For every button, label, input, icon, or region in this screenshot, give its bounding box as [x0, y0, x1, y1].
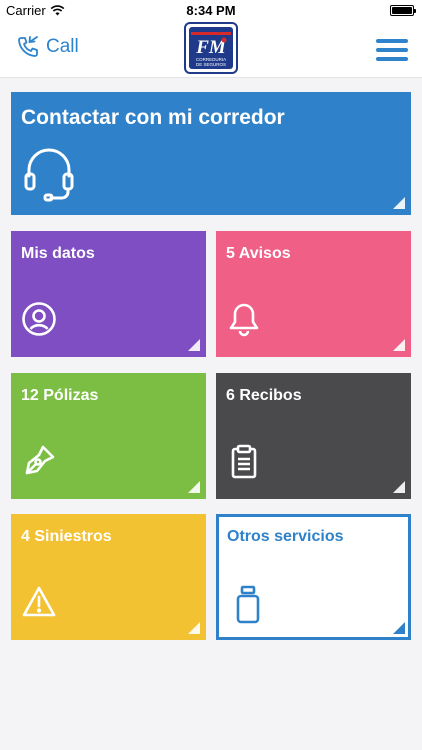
tile-corner-indicator	[393, 622, 405, 634]
tile-mis-datos[interactable]: Mis datos	[11, 231, 206, 357]
pen-nib-icon	[25, 445, 55, 475]
tile-recibos[interactable]: 6 Recibos	[216, 373, 411, 499]
svg-text:DE SEGUROS: DE SEGUROS	[196, 62, 226, 67]
menu-line	[376, 48, 408, 52]
tile-corner-indicator	[393, 481, 405, 493]
tile-mis-datos-label: Mis datos	[21, 245, 95, 262]
tile-avisos-label: 5 Avisos	[226, 245, 291, 262]
tile-contact-broker[interactable]: Contactar con mi corredor	[11, 92, 411, 215]
tile-corner-indicator	[188, 622, 200, 634]
tile-otros-servicios-label: Otros servicios	[227, 528, 344, 545]
tile-contact-broker-label: Contactar con mi corredor	[21, 106, 285, 129]
nav-bar: Call FM CORREDURIA DE SEGUROS	[0, 20, 422, 78]
tile-corner-indicator	[188, 339, 200, 351]
tile-siniestros[interactable]: 4 Siniestros	[11, 514, 206, 640]
tile-otros-servicios[interactable]: Otros servicios	[216, 514, 411, 640]
battery-icon	[390, 5, 416, 16]
headset-icon	[24, 148, 74, 202]
call-button[interactable]: Call	[16, 35, 79, 59]
hamburger-menu-button[interactable]	[376, 39, 408, 63]
tile-avisos[interactable]: 5 Avisos	[216, 231, 411, 357]
jar-icon	[236, 585, 260, 624]
tile-recibos-label: 6 Recibos	[226, 387, 302, 404]
company-logo: FM CORREDURIA DE SEGUROS	[184, 22, 238, 74]
tile-corner-indicator	[393, 197, 405, 209]
warning-icon	[22, 586, 56, 617]
call-label: Call	[46, 36, 79, 57]
phone-icon	[18, 36, 38, 57]
bell-icon	[229, 303, 259, 337]
tile-polizas-label: 12 Pólizas	[21, 387, 99, 404]
tile-siniestros-label: 4 Siniestros	[21, 528, 112, 545]
tile-polizas[interactable]: 12 Pólizas	[11, 373, 206, 499]
user-circle-icon	[22, 302, 56, 336]
menu-line	[376, 57, 408, 61]
tile-corner-indicator	[188, 481, 200, 493]
menu-line	[376, 39, 408, 43]
tile-corner-indicator	[393, 339, 405, 351]
status-bar: Carrier 8:34 PM	[0, 0, 422, 20]
clock: 8:34 PM	[186, 3, 236, 18]
clipboard-icon	[231, 444, 257, 479]
